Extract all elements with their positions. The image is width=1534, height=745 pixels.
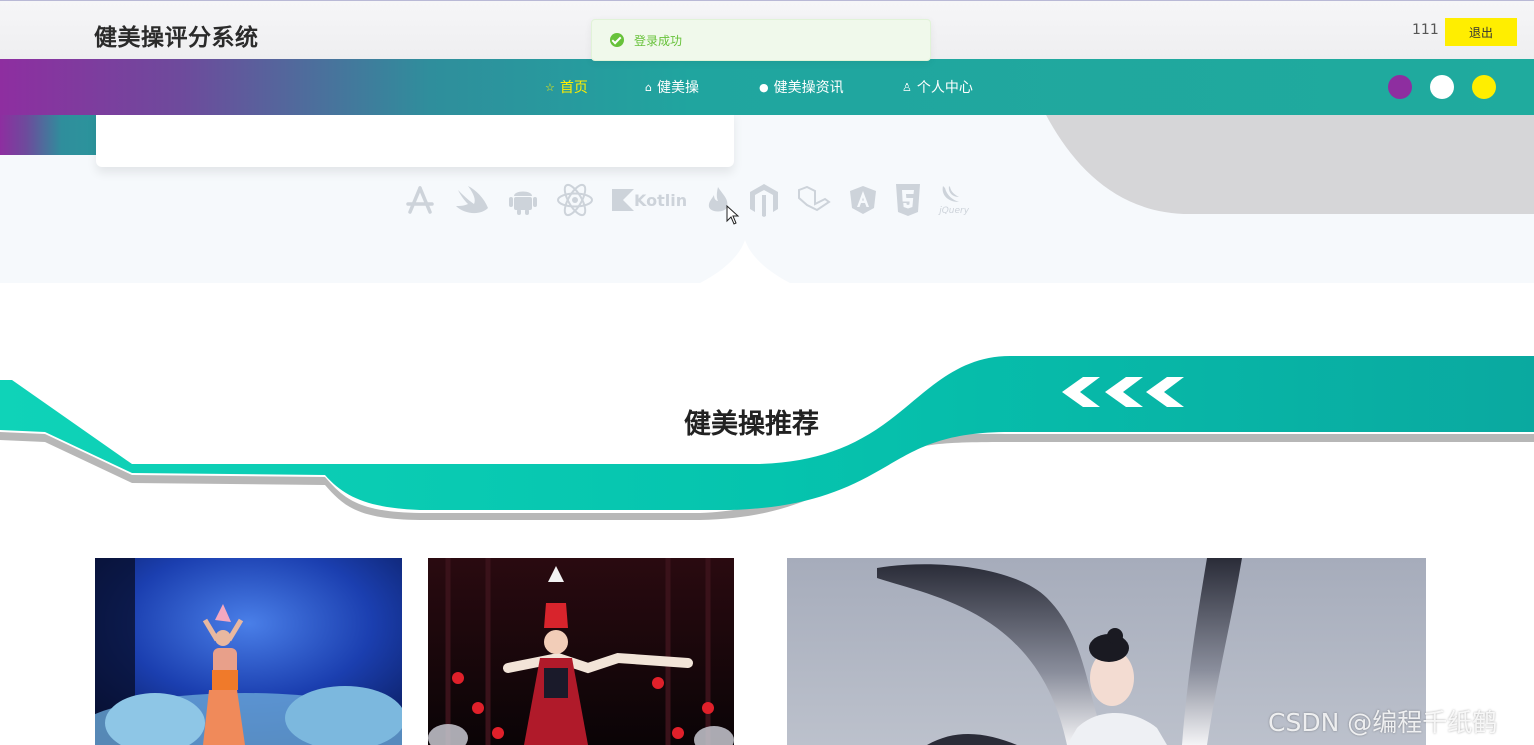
theme-yellow-button[interactable]	[1472, 75, 1496, 99]
html5-icon	[895, 183, 921, 217]
angular-icon	[849, 185, 877, 215]
login-success-toast: 登录成功	[591, 19, 931, 61]
app-store-icon	[404, 184, 436, 216]
hero-search-card	[96, 110, 734, 167]
jquery-icon: jQuery	[939, 184, 969, 216]
check-circle-icon	[610, 33, 624, 47]
dancer-photo-blue	[95, 558, 402, 745]
nav-item-aerobics[interactable]: ⌂ 健美操	[645, 77, 699, 97]
nav-item-news[interactable]: ● 健美操资讯	[759, 77, 844, 97]
magento-icon	[749, 183, 779, 217]
laravel-icon	[797, 186, 831, 214]
user-icon: ♙	[902, 80, 912, 94]
mouse-cursor-icon	[726, 205, 740, 225]
nav-label-aerobics: 健美操	[656, 80, 699, 96]
kotlin-icon: Kotlin	[612, 189, 687, 211]
android-icon	[508, 184, 538, 216]
photo-card-2[interactable]	[428, 558, 734, 745]
nav-item-home[interactable]: ☆ 首页	[545, 77, 588, 97]
nav-label-profile: 个人中心	[916, 80, 973, 96]
star-icon: ☆	[545, 80, 555, 94]
tech-icon-row: Kotlin jQuery	[404, 180, 987, 220]
react-icon	[556, 183, 594, 217]
kotlin-label: Kotlin	[634, 190, 688, 210]
swift-icon	[454, 184, 490, 216]
bag-icon: ⌂	[645, 80, 652, 94]
main-nav: ☆ 首页 ⌂ 健美操 ● 健美操资讯 ♙ 个人中心	[0, 59, 1534, 115]
nav-label-news: 健美操资讯	[773, 80, 844, 96]
nav-item-profile[interactable]: ♙ 个人中心	[902, 77, 973, 97]
photo-card-1[interactable]	[95, 558, 402, 745]
info-icon: ●	[759, 80, 769, 94]
nav-label-home: 首页	[559, 80, 588, 96]
dancer-photo-red	[428, 558, 734, 745]
section-title: 健美操推荐	[684, 409, 819, 440]
jquery-label: jQuery	[939, 206, 970, 216]
toast-message: 登录成功	[634, 33, 683, 48]
theme-purple-button[interactable]	[1388, 75, 1412, 99]
watermark-text: CSDN @编程千纸鹤	[1268, 708, 1498, 737]
theme-white-button[interactable]	[1430, 75, 1454, 99]
main-nav-band: ☆ 首页 ⌂ 健美操 ● 健美操资讯 ♙ 个人中心	[0, 59, 1534, 115]
